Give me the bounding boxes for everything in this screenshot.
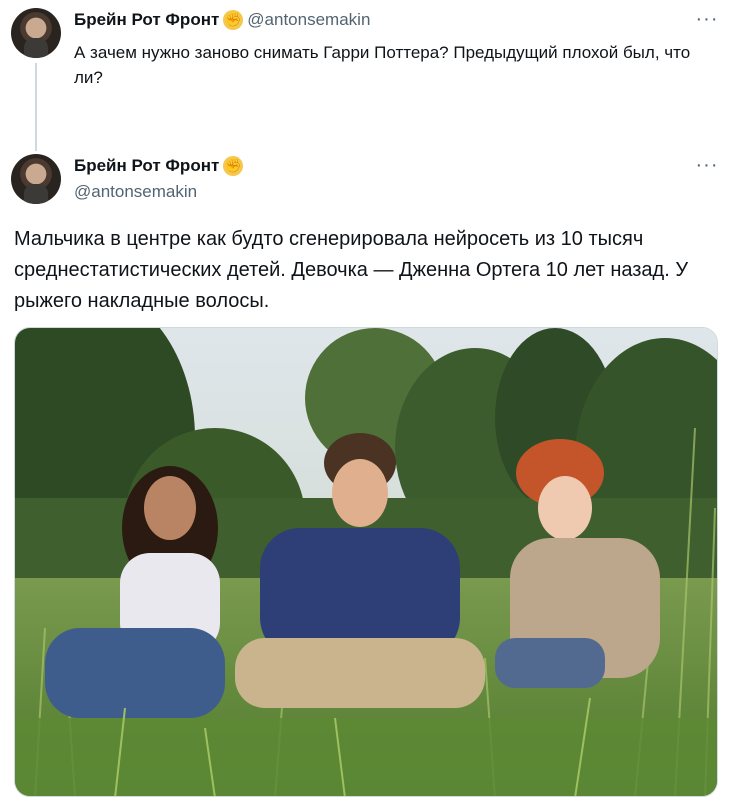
handle[interactable]: @antonsemakin (247, 10, 370, 30)
display-name[interactable]: Брейн Рот Фронт (74, 10, 219, 30)
tweet-photo[interactable] (14, 327, 718, 797)
reply-header: Брейн Рот Фронт ✊ @antonsemakin (74, 10, 370, 30)
avatar[interactable] (11, 8, 61, 58)
main-header-name: Брейн Рот Фронт ✊ (74, 156, 244, 176)
more-options-button[interactable]: ··· (694, 9, 720, 32)
display-name[interactable]: Брейн Рот Фронт (74, 156, 219, 176)
main-tweet-text: Мальчика в центре как будто сгенерировал… (14, 228, 689, 312)
photo-illustration (15, 328, 717, 796)
more-options-button[interactable]: ··· (694, 155, 720, 178)
reply-tweet-text: А зачем нужно заново снимать Гарри Потте… (74, 43, 691, 87)
thread-line (35, 63, 37, 151)
raised-fist-icon: ✊ (223, 10, 244, 30)
main-header-handle: @antonsemakin (74, 182, 197, 202)
handle[interactable]: @antonsemakin (74, 182, 197, 202)
raised-fist-icon: ✊ (223, 156, 244, 176)
avatar[interactable] (11, 154, 61, 204)
